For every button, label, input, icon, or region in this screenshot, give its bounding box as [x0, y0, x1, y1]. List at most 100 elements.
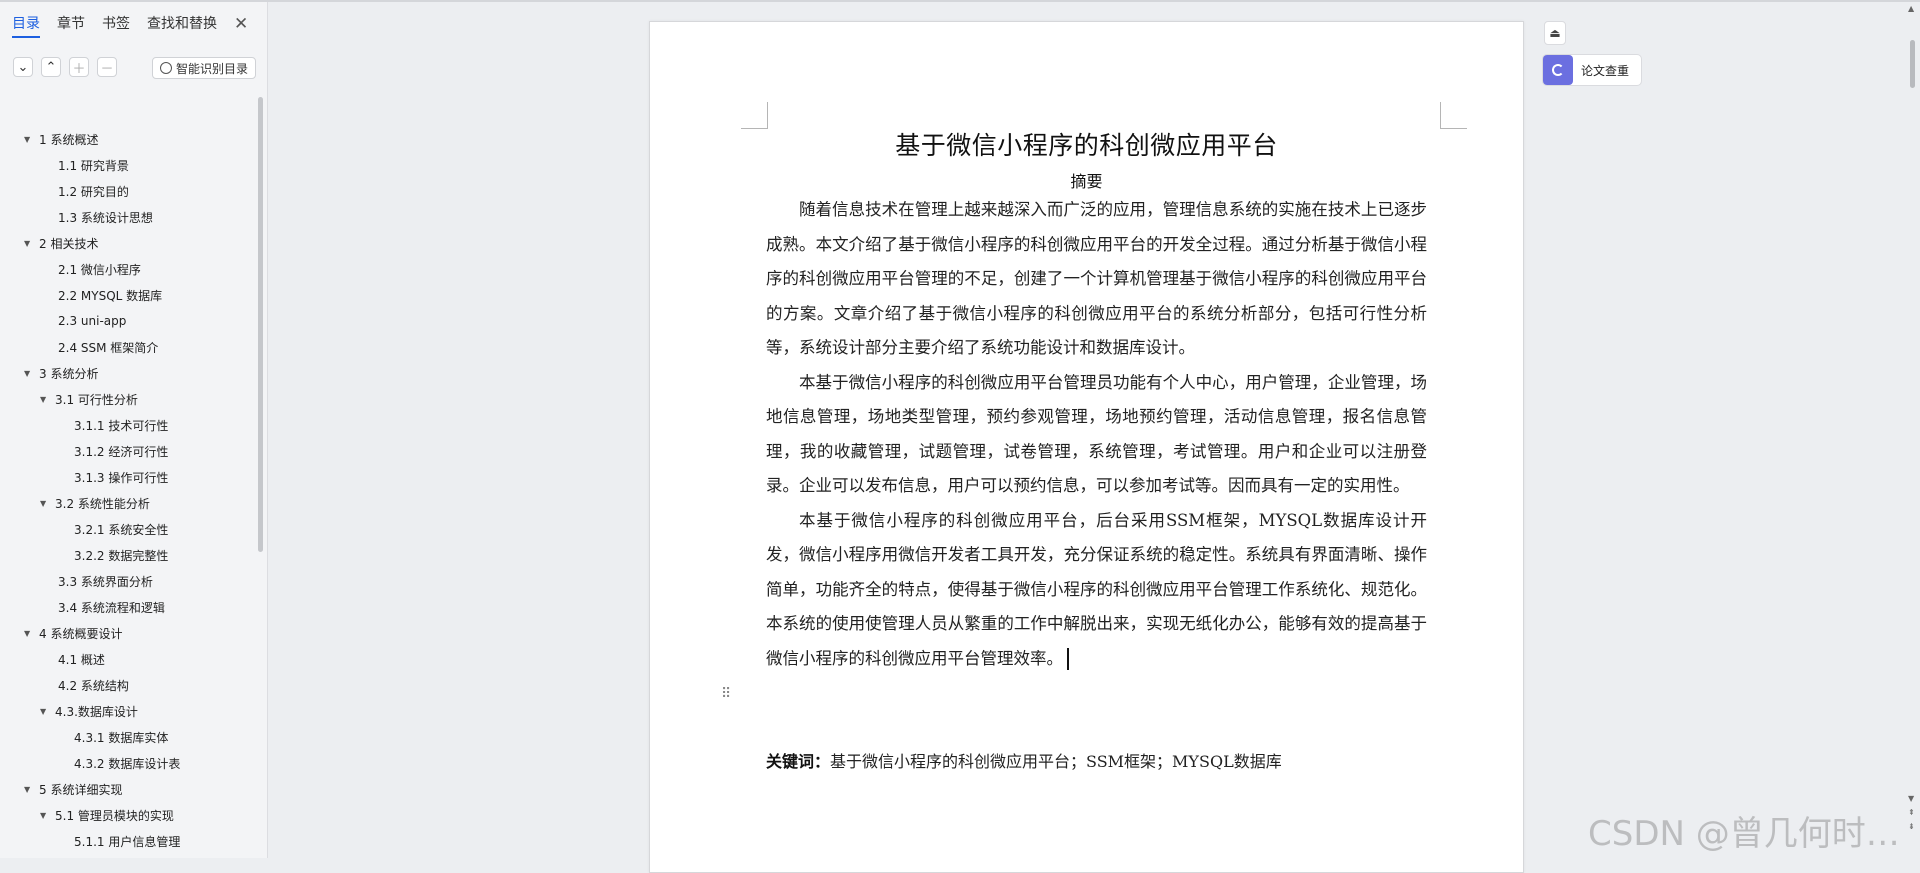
scroll-down-icon[interactable]: ▼ — [1908, 794, 1914, 803]
toc-item[interactable]: 2.4 SSM 框架简介 — [0, 334, 255, 360]
toc-item-label: 3.1.1 技术可行性 — [74, 418, 169, 433]
toc-item-label: 3.1.2 经济可行性 — [74, 444, 169, 459]
toc-item-label: 1.3 系统设计思想 — [58, 210, 153, 225]
toc-item-label: 2.1 微信小程序 — [58, 262, 141, 277]
expand-triangle-icon[interactable]: ▼ — [24, 785, 36, 794]
toc-scrollbar[interactable] — [258, 97, 263, 552]
collapse-panel-button[interactable]: ⏏ — [1544, 21, 1566, 45]
toc-item-label: 1.2 研究目的 — [58, 184, 129, 199]
expand-triangle-icon[interactable]: ▼ — [24, 629, 36, 638]
toc-item[interactable]: 4.1 概述 — [0, 646, 255, 672]
scroll-up-icon[interactable]: ▲ — [1908, 4, 1914, 13]
toc-item[interactable]: 3.2.1 系统安全性 — [0, 516, 255, 542]
toc-item[interactable]: 1.1 研究背景 — [0, 152, 255, 178]
toc-item-label: 2.3 uni-app — [58, 314, 127, 328]
minus-icon: － — [100, 61, 114, 77]
toc-item[interactable]: 3.4 系统流程和逻辑 — [0, 594, 255, 620]
toc-item[interactable]: ▼ 5.1 管理员模块的实现 — [0, 802, 255, 828]
eject-icon: ⏏ — [1549, 26, 1561, 40]
paper-check-button[interactable]: 论文查重 — [1542, 54, 1642, 86]
abstract-heading: 摘要 — [1070, 172, 1103, 191]
paper-check-icon — [1543, 55, 1573, 85]
abstract-paragraph-text: 本基于微信小程序的科创微应用平台，后台采用SSM框架，MYSQL数据库设计开发，… — [766, 510, 1427, 668]
toc-item[interactable]: 1.2 研究目的 — [0, 178, 255, 204]
expand-triangle-icon[interactable]: ▼ — [40, 707, 52, 716]
toc-item[interactable]: ▼ 4.3.数据库设计 — [0, 698, 255, 724]
document-scrollbar-thumb[interactable] — [1910, 40, 1915, 88]
toc-item[interactable]: 3.1.1 技术可行性 — [0, 412, 255, 438]
toc-item[interactable]: ▼ 3 系统分析 — [0, 360, 255, 386]
toc-item[interactable]: ▼ 3.2 系统性能分析 — [0, 490, 255, 516]
expand-triangle-icon[interactable]: ▼ — [40, 811, 52, 820]
paper-check-label: 论文查重 — [1581, 63, 1630, 78]
window-top-border — [0, 0, 1920, 2]
toc-item-label: 3.2.1 系统安全性 — [74, 522, 169, 537]
tab-bookmarks[interactable]: 书签 — [102, 14, 130, 38]
page-down-icon[interactable]: ⇟ — [1908, 822, 1915, 831]
tab-find-replace[interactable]: 查找和替换 — [147, 14, 217, 38]
margin-corner-marker — [1440, 102, 1467, 129]
toc-item-label: 2.2 MYSQL 数据库 — [58, 288, 163, 303]
paragraph-drag-handle-icon[interactable]: ⠿ — [721, 686, 731, 702]
expand-triangle-icon[interactable]: ▼ — [24, 239, 36, 248]
expand-triangle-icon[interactable]: ▼ — [24, 135, 36, 144]
toc-item-label: 3.1.3 操作可行性 — [74, 470, 169, 485]
abstract-body[interactable]: 随着信息技术在管理上越来越深入而广泛的应用，管理信息系统的实施在技术上已逐步成熟… — [766, 193, 1427, 676]
toc-item-label: 4.3.数据库设计 — [55, 704, 138, 719]
toc-item[interactable]: 3.2.2 数据完整性 — [0, 542, 255, 568]
plus-icon: ＋ — [72, 61, 86, 77]
toc-item-label: 3.2.2 数据完整性 — [74, 548, 169, 563]
toc-item-label: 2.4 SSM 框架简介 — [58, 340, 159, 355]
collapse-up-button[interactable]: ⌃ — [41, 57, 61, 77]
toc-item-label: 1.1 研究背景 — [58, 158, 129, 173]
toc-item-label: 3.2 系统性能分析 — [55, 496, 150, 511]
toc-item-label: 3 系统分析 — [39, 366, 99, 381]
remove-level-button[interactable]: － — [97, 57, 117, 77]
document-title: 基于微信小程序的科创微应用平台 — [895, 131, 1278, 160]
toc-item[interactable]: ▼ 3.1 可行性分析 — [0, 386, 255, 412]
toc-item[interactable]: 4.2 系统结构 — [0, 672, 255, 698]
toc-item[interactable]: 2.1 微信小程序 — [0, 256, 255, 282]
watermark: CSDN @曾几何时… — [1588, 814, 1900, 854]
chevron-down-icon: ⌄ — [17, 59, 29, 75]
text-cursor — [1067, 648, 1069, 670]
toc-item[interactable]: ▼ 2 相关技术 — [0, 230, 255, 256]
toc-item[interactable]: 2.3 uni-app — [0, 308, 255, 334]
keywords-label: 关键词： — [766, 752, 831, 771]
toc-item[interactable]: 1.3 系统设计思想 — [0, 204, 255, 230]
toc-item-label: 3.4 系统流程和逻辑 — [58, 600, 165, 615]
toc-item[interactable]: ▼ 5 系统详细实现 — [0, 776, 255, 802]
document-page[interactable]: 基于微信小程序的科创微应用平台 摘要 随着信息技术在管理上越来越深入而广泛的应用… — [649, 21, 1524, 873]
close-sidebar-icon[interactable]: ✕ — [234, 14, 248, 34]
toc-item[interactable]: 5.1.1 用户信息管理 — [0, 828, 255, 854]
page-up-icon[interactable]: ⇞ — [1908, 808, 1915, 817]
toc-item[interactable]: 4.3.1 数据库实体 — [0, 724, 255, 750]
abstract-paragraph: 本基于微信小程序的科创微应用平台管理员功能有个人中心，用户管理，企业管理，场地信… — [766, 372, 1427, 496]
toc-item-label: 5.1 管理员模块的实现 — [55, 808, 174, 823]
tab-toc[interactable]: 目录 — [12, 14, 40, 38]
smart-toc-button[interactable]: 智能识别目录 — [152, 57, 256, 79]
expand-triangle-icon[interactable]: ▼ — [24, 369, 36, 378]
toc-item[interactable]: 3.1.2 经济可行性 — [0, 438, 255, 464]
toc-item[interactable]: 2.2 MYSQL 数据库 — [0, 282, 255, 308]
tab-chapters[interactable]: 章节 — [57, 14, 85, 38]
toc-item[interactable]: ▼ 1 系统概述 — [0, 126, 255, 152]
expand-down-button[interactable]: ⌄ — [13, 57, 33, 77]
expand-triangle-icon[interactable]: ▼ — [40, 395, 52, 404]
margin-corner-marker — [741, 102, 768, 129]
toc-item[interactable]: 4.3.2 数据库设计表 — [0, 750, 255, 776]
expand-triangle-icon[interactable]: ▼ — [40, 499, 52, 508]
toc-item-label: 4 系统概要设计 — [39, 626, 123, 641]
toc-item[interactable]: 3.1.3 操作可行性 — [0, 464, 255, 490]
toc-item-label: 4.3.2 数据库设计表 — [74, 756, 181, 771]
toc-item[interactable]: ▼ 4 系统概要设计 — [0, 620, 255, 646]
abstract-paragraph: 随着信息技术在管理上越来越深入而广泛的应用，管理信息系统的实施在技术上已逐步成熟… — [766, 200, 1427, 357]
sidebar-tabs: 目录 章节 书签 查找和替换 — [12, 14, 234, 38]
toc-item-label: 4.3.1 数据库实体 — [74, 730, 169, 745]
toc-item[interactable]: 3.3 系统界面分析 — [0, 568, 255, 594]
toc-item-label: 3.1 可行性分析 — [55, 392, 138, 407]
toc-item-label: 4.1 概述 — [58, 652, 105, 667]
add-level-button[interactable]: ＋ — [69, 57, 89, 77]
toc-item-label: 5 系统详细实现 — [39, 782, 123, 797]
toc-item-label: 1 系统概述 — [39, 132, 99, 147]
